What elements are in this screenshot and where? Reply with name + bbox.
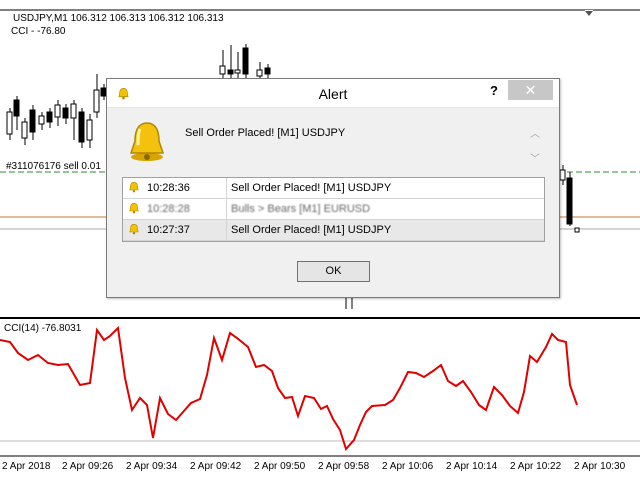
scroll-up-button[interactable]: ︿ [527, 125, 543, 140]
list-item[interactable]: 10:27:37 Sell Order Placed! [M1] USDJPY [123, 220, 544, 241]
time-tick: 2 Apr 10:06 [382, 461, 434, 472]
dialog-titlebar[interactable]: Alert ? ✕ [107, 79, 559, 108]
time-tick: 2 Apr 2018 [2, 461, 51, 472]
symbol-info: USDJPY,M1 106.312 106.313 106.312 106.31… [13, 13, 224, 24]
alert-time: 10:28:28 [147, 203, 190, 215]
list-item[interactable]: 10:28:36 Sell Order Placed! [M1] USDJPY [123, 178, 544, 199]
alert-time: 10:27:37 [147, 224, 190, 236]
scroll-down-button[interactable]: ﹀ [527, 150, 543, 165]
time-tick: 2 Apr 09:50 [254, 461, 306, 472]
cci-info: CCI - -76.80 [11, 26, 66, 37]
bell-icon [129, 223, 139, 235]
alert-history-list[interactable]: 10:28:36 Sell Order Placed! [M1] USDJPY … [122, 177, 545, 242]
bell-icon [129, 181, 139, 193]
alert-text: Bulls > Bears [M1] EURUSD [231, 203, 371, 215]
ok-button[interactable]: OK [297, 261, 370, 282]
time-tick: 2 Apr 10:30 [574, 461, 626, 472]
bell-icon [129, 122, 165, 161]
time-tick: 2 Apr 10:14 [446, 461, 498, 472]
time-tick: 2 Apr 09:34 [126, 461, 178, 472]
alert-time: 10:28:36 [147, 182, 190, 194]
time-tick: 2 Apr 09:26 [62, 461, 114, 472]
cci-line [0, 325, 578, 451]
alert-dialog[interactable]: Alert ? ✕ Sell Order Placed! [M1] USDJPY… [106, 78, 560, 298]
alert-text: Sell Order Placed! [M1] USDJPY [231, 182, 392, 194]
alert-text: Sell Order Placed! [M1] USDJPY [231, 224, 392, 236]
alert-message: Sell Order Placed! [M1] USDJPY [185, 127, 346, 139]
order-label: #311076176 sell 0.01 [6, 161, 101, 172]
close-button[interactable]: ✕ [508, 80, 553, 100]
time-tick: 2 Apr 10:22 [510, 461, 562, 472]
column-divider [226, 178, 227, 198]
time-tick: 2 Apr 09:42 [190, 461, 242, 472]
message-scrollbar[interactable]: ︿ ﹀ [527, 125, 543, 169]
list-item[interactable]: 10:28:28 Bulls > Bears [M1] EURUSD [123, 199, 544, 220]
bell-icon [129, 202, 139, 214]
help-button[interactable]: ? [490, 83, 498, 98]
column-divider [226, 220, 227, 240]
indicator-label: CCI(14) -76.8031 [4, 323, 82, 334]
column-divider [226, 199, 227, 219]
time-tick: 2 Apr 09:58 [318, 461, 370, 472]
